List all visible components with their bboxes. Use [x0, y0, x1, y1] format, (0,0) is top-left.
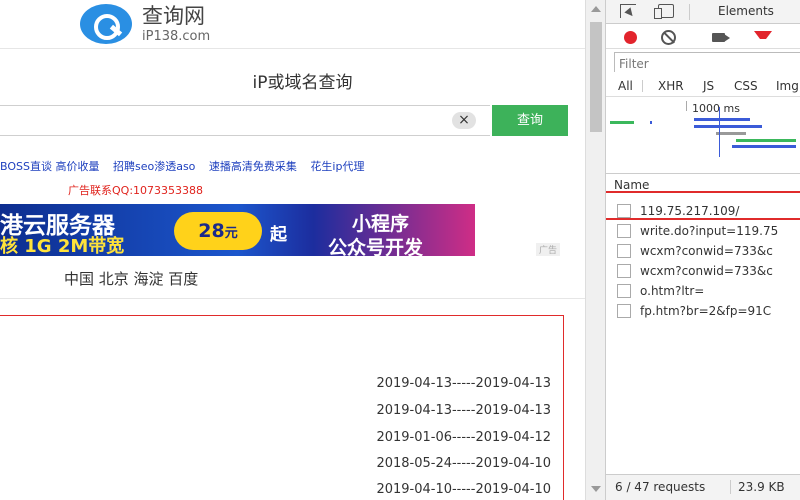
- page-scrollbar[interactable]: [585, 0, 605, 500]
- transfer-size: 23.9 KB: [738, 480, 785, 494]
- request-name: o.htm?ltr=: [640, 284, 705, 298]
- timeline-bar: [716, 132, 746, 135]
- scroll-down-icon[interactable]: [591, 486, 601, 492]
- timeline-bar: [736, 139, 796, 142]
- request-row[interactable]: fp.htm?br=2&fp=91C: [606, 301, 800, 321]
- search-input-box[interactable]: [0, 105, 490, 136]
- web-page: 查询网 iP138.com iP或域名查询 × 查询 BOSS直谈 高价收量 招…: [0, 0, 585, 500]
- capture-screenshots-icon[interactable]: [712, 33, 730, 42]
- logo-chinese: 查询网: [142, 3, 205, 28]
- divider: [642, 80, 643, 92]
- network-overview[interactable]: 1000 ms: [606, 96, 800, 174]
- document-icon: [617, 284, 631, 298]
- banner-qi: 起: [270, 225, 287, 245]
- type-all[interactable]: All: [618, 79, 633, 93]
- record-row: 2019-04-10-----2019-04-10: [376, 482, 551, 497]
- timeline-tick: [686, 101, 687, 111]
- record-row: 2019-04-13-----2019-04-13: [376, 403, 551, 418]
- filter-input[interactable]: [615, 55, 800, 73]
- resource-type-filters: All XHR JS CSS Img: [606, 76, 800, 96]
- request-count: 6 / 47 requests: [615, 480, 706, 494]
- scroll-thumb[interactable]: [590, 22, 602, 132]
- record-row: 2018-05-24-----2019-04-10: [376, 456, 551, 471]
- record-row: 2019-01-06-----2019-04-12: [376, 430, 551, 445]
- clear-icon[interactable]: ×: [452, 112, 476, 129]
- tab-elements[interactable]: Elements: [718, 4, 774, 18]
- divider: [689, 4, 690, 20]
- divider: [0, 298, 585, 299]
- ad-banner[interactable]: 港云服务器 核 1G 2M带宽 28元 起 小程序 公众号开发: [0, 204, 475, 256]
- divider: [0, 48, 585, 49]
- timeline-bar: [732, 145, 796, 148]
- scroll-up-icon[interactable]: [591, 6, 601, 12]
- document-icon: [617, 264, 631, 278]
- location-result: 中国 北京 海淀 百度: [64, 270, 199, 288]
- request-row[interactable]: write.do?input=119.75: [606, 221, 800, 241]
- device-toggle-icon[interactable]: [654, 4, 674, 19]
- ad-contact[interactable]: 广告联系QQ:1073353388: [68, 182, 203, 198]
- logo-text: 查询网 iP138.com: [142, 3, 211, 44]
- clear-log-icon[interactable]: [661, 30, 676, 45]
- record-row: 2019-04-13-----2019-04-13: [376, 376, 551, 391]
- network-toolbar: [606, 25, 800, 49]
- type-css[interactable]: CSS: [734, 79, 758, 93]
- timeline-bar: [694, 125, 762, 128]
- request-name: write.do?input=119.75: [640, 224, 779, 238]
- ad-link[interactable]: 招聘seo渗透aso: [113, 160, 195, 173]
- devtools-panel: Elements All XHR JS CSS Img 1000 ms: [605, 0, 800, 500]
- banner-spec: 核 1G 2M带宽: [0, 236, 125, 256]
- banner-right-1: 小程序: [352, 213, 410, 235]
- devtools-tabbar: Elements: [606, 0, 800, 24]
- site-logo[interactable]: 查询网 iP138.com: [80, 4, 210, 44]
- request-name: wcxm?conwid=733&c: [640, 264, 773, 278]
- query-title: iP或域名查询: [252, 73, 353, 93]
- banner-price: 28元: [174, 212, 262, 250]
- filter-box[interactable]: [614, 52, 800, 73]
- selected-row-highlight: [606, 191, 800, 220]
- type-xhr[interactable]: XHR: [658, 79, 684, 93]
- ad-link[interactable]: 花生ip代理: [310, 160, 364, 173]
- record-icon[interactable]: [624, 31, 637, 44]
- request-row[interactable]: wcxm?conwid=733&c: [606, 261, 800, 281]
- search-input[interactable]: [0, 106, 490, 135]
- wrench-logo-icon: [80, 4, 132, 44]
- logo-domain: iP138.com: [142, 28, 211, 44]
- ad-links: BOSS直谈 高价收量 招聘seo渗透aso 速播高清免费采集 花生ip代理: [0, 158, 374, 174]
- request-row[interactable]: wcxm?conwid=733&c: [606, 241, 800, 261]
- screen: 查询网 iP138.com iP或域名查询 × 查询 BOSS直谈 高价收量 招…: [0, 0, 800, 500]
- timeline-marker: [719, 107, 720, 157]
- request-name: wcxm?conwid=733&c: [640, 244, 773, 258]
- ad-link[interactable]: 速播高清免费采集: [209, 160, 297, 173]
- records-box: 2019-04-13-----2019-04-13 2019-04-13----…: [0, 315, 564, 500]
- divider: [730, 480, 731, 494]
- document-icon: [617, 224, 631, 238]
- timeline-bar: [650, 121, 652, 124]
- request-row[interactable]: o.htm?ltr=: [606, 281, 800, 301]
- filter-icon[interactable]: [754, 31, 772, 45]
- document-icon: [617, 244, 631, 258]
- timeline-label: 1000 ms: [692, 102, 740, 115]
- ad-tag: 广告: [536, 243, 561, 256]
- search-button[interactable]: 查询: [492, 105, 568, 136]
- network-statusbar: 6 / 47 requests 23.9 KB: [606, 474, 800, 500]
- type-js[interactable]: JS: [703, 79, 714, 93]
- request-name: fp.htm?br=2&fp=91C: [640, 304, 772, 318]
- ad-link[interactable]: BOSS直谈 高价收量: [0, 160, 99, 173]
- inspect-icon[interactable]: [620, 4, 636, 18]
- type-img[interactable]: Img: [776, 79, 799, 93]
- timeline-bar: [694, 118, 750, 121]
- column-name-header[interactable]: Name: [614, 178, 649, 192]
- banner-right-2: 公众号开发: [328, 237, 424, 256]
- document-icon: [617, 304, 631, 318]
- timeline-bar: [610, 121, 634, 124]
